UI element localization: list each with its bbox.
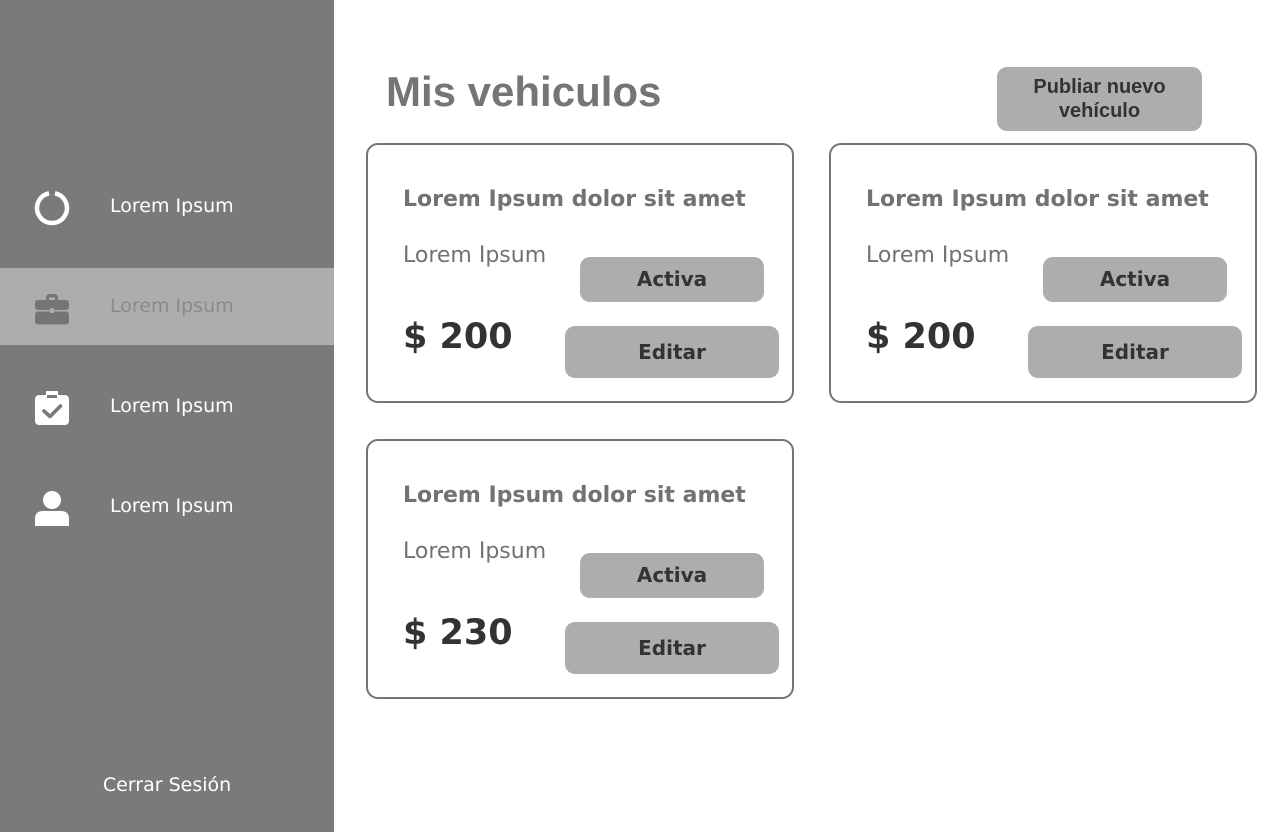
briefcase-icon xyxy=(34,290,70,326)
vehicle-title: Lorem Ipsum dolor sit amet xyxy=(403,483,746,508)
vehicle-price: $ 200 xyxy=(403,317,513,357)
vehicle-title: Lorem Ipsum dolor sit amet xyxy=(866,187,1209,212)
sidebar-item-4[interactable]: Lorem Ipsum xyxy=(0,468,334,545)
vehicle-subtitle: Lorem Ipsum xyxy=(866,243,1010,268)
sidebar-item-label: Lorem Ipsum xyxy=(110,495,234,517)
circle-progress-icon xyxy=(34,190,70,226)
sidebar-item-label: Lorem Ipsum xyxy=(110,295,234,317)
sidebar: Lorem Ipsum Lorem Ipsum Lorem Ipsum Lore… xyxy=(0,0,334,832)
vehicle-price: $ 200 xyxy=(866,317,976,357)
sidebar-item-3[interactable]: Lorem Ipsum xyxy=(0,368,334,445)
sidebar-item-label: Lorem Ipsum xyxy=(110,395,234,417)
logout-link[interactable]: Cerrar Sesión xyxy=(0,774,334,796)
status-button[interactable]: Activa xyxy=(1043,257,1227,302)
sidebar-item-label: Lorem Ipsum xyxy=(110,195,234,217)
publish-vehicle-button[interactable]: Publiar nuevo vehículo xyxy=(997,67,1202,131)
vehicle-card: Lorem Ipsum dolor sit amet Lorem Ipsum $… xyxy=(829,143,1257,403)
page-title: Mis vehiculos xyxy=(386,68,662,115)
vehicle-price: $ 230 xyxy=(403,613,513,653)
edit-button[interactable]: Editar xyxy=(1028,326,1242,378)
vehicle-subtitle: Lorem Ipsum xyxy=(403,243,547,268)
status-button[interactable]: Activa xyxy=(580,553,764,598)
status-button[interactable]: Activa xyxy=(580,257,764,302)
vehicle-subtitle: Lorem Ipsum xyxy=(403,539,547,564)
vehicle-card: Lorem Ipsum dolor sit amet Lorem Ipsum $… xyxy=(366,439,794,699)
edit-button[interactable]: Editar xyxy=(565,326,779,378)
sidebar-item-1[interactable]: Lorem Ipsum xyxy=(0,168,334,245)
clipboard-check-icon xyxy=(34,390,70,426)
vehicle-card: Lorem Ipsum dolor sit amet Lorem Ipsum $… xyxy=(366,143,794,403)
edit-button[interactable]: Editar xyxy=(565,622,779,674)
sidebar-item-2[interactable]: Lorem Ipsum xyxy=(0,268,334,345)
user-icon xyxy=(34,490,70,526)
vehicle-title: Lorem Ipsum dolor sit amet xyxy=(403,187,746,212)
